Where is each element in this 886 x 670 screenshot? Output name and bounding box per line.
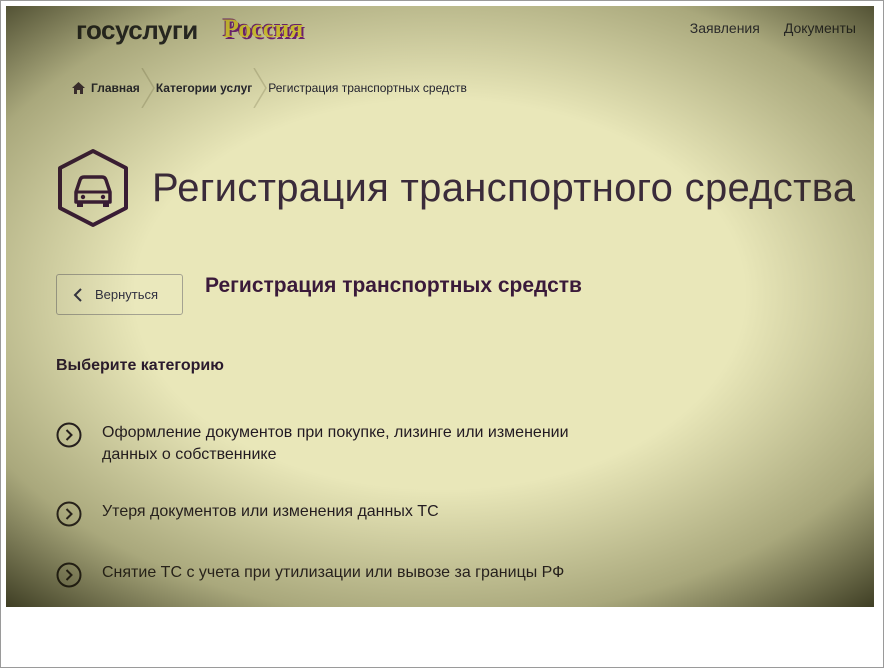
car-icon (58, 149, 128, 227)
category-item-label[interactable]: Оформление документов при покупке, лизин… (102, 422, 622, 466)
breadcrumb-separator-icon (141, 68, 155, 108)
breadcrumb-current: Регистрация транспортных средств (268, 81, 467, 95)
chevron-circle-right-icon (56, 501, 82, 527)
category-item[interactable]: Оформление документов при покупке, лизин… (56, 422, 622, 466)
nav-link-applications[interactable]: Заявления (690, 20, 760, 36)
chevron-left-icon (73, 287, 82, 302)
top-nav: Заявления Документы (690, 20, 856, 36)
breadcrumb-home-label: Главная (91, 81, 140, 95)
category-item[interactable]: Утеря документов или изменения данных ТС (56, 501, 622, 527)
choose-category-heading: Выберите категорию (56, 357, 224, 374)
chevron-circle-right-icon (56, 562, 82, 588)
breadcrumb-separator-icon (253, 68, 268, 108)
site-logo[interactable]: госуслуги (76, 15, 198, 46)
breadcrumb: Главная Категории услуг Регистрация тран… (72, 68, 467, 108)
header: госуслуги Россия Заявления Документы (6, 6, 874, 56)
chevron-circle-right-icon (56, 422, 82, 448)
category-item-label[interactable]: Снятие ТС с учета при утилизации или выв… (102, 562, 622, 584)
browser-page: госуслуги Россия Заявления Документы Гла… (6, 6, 874, 607)
category-item[interactable]: Снятие ТС с учета при утилизации или выв… (56, 562, 622, 588)
home-icon (72, 82, 85, 94)
back-button-label: Вернуться (95, 287, 159, 302)
page-title-row: Регистрация транспортного средства (54, 148, 855, 228)
section-title: Регистрация транспортных средств (205, 274, 582, 297)
breadcrumb-categories[interactable]: Категории услуг (156, 68, 252, 108)
nav-link-documents[interactable]: Документы (784, 20, 856, 36)
breadcrumb-home[interactable]: Главная (72, 68, 140, 108)
logo-suffix-text: Россия (223, 14, 304, 43)
category-item-label[interactable]: Утеря документов или изменения данных ТС (102, 501, 622, 523)
page-title: Регистрация транспортного средства (152, 165, 856, 210)
back-button[interactable]: Вернуться (56, 274, 183, 315)
